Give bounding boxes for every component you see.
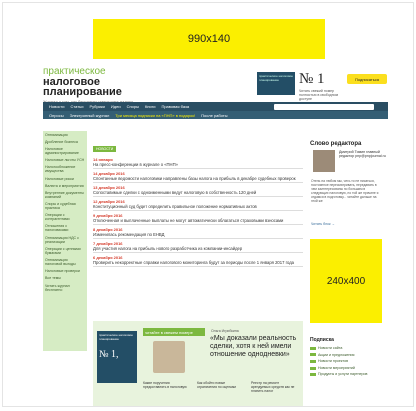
promo-cover-number: № 1, xyxy=(99,349,119,360)
news-item[interactable]: Отключенная и выплаченные выплаты не мог… xyxy=(93,218,303,225)
subscribe-item[interactable]: Новости проектов xyxy=(310,358,382,365)
secondary-nav: Опросы Электронный журнал Три месяца под… xyxy=(43,111,388,119)
nav-item-ideas[interactable]: Идеи xyxy=(111,104,121,109)
promo-cover-text: практическое налоговое планирование xyxy=(99,333,133,341)
author-photo xyxy=(153,341,185,373)
promo-quote[interactable]: «Мы доказали реальность сделки, хотя к н… xyxy=(210,335,298,359)
top-ad-banner[interactable]: 990x140 xyxy=(93,19,325,59)
nav-item-rubrics[interactable]: Рубрики xyxy=(89,104,104,109)
news-list: 14 января На пресс-конференции в журнале… xyxy=(93,157,303,267)
nav-item-ejournal[interactable]: Электронный журнал xyxy=(70,113,110,118)
sidebar-item[interactable]: Налоговое администрирование xyxy=(43,145,87,156)
primary-nav: Новости Статьи Рубрики Идеи Споры Книги … xyxy=(43,102,388,111)
news-item[interactable]: Сопоставимые сделки с одноименными ведут… xyxy=(93,190,303,197)
editor-text: Отель на любом мы, чего-то не писаться, … xyxy=(311,179,379,203)
nav-item-books[interactable]: Книги xyxy=(145,104,155,109)
nav-item-legal-base[interactable]: Правовая база xyxy=(161,104,189,109)
promo-col[interactable]: Какие поручения предоставлять в налогову… xyxy=(143,381,191,393)
subscribe-item[interactable]: Новости мероприятий xyxy=(310,365,382,372)
subscribe-button[interactable]: Подписаться xyxy=(347,74,387,84)
sidebar-item[interactable]: Операции с ценными бумагами xyxy=(43,245,87,256)
promo-col[interactable]: Реестр на ремонт арендуемых средств как … xyxy=(251,381,299,393)
top-ad-label: 990x140 xyxy=(187,33,231,45)
page: 990x140 практическое налоговое планирова… xyxy=(2,2,414,407)
sidebar-item[interactable]: Валюта и мероприятия xyxy=(43,182,87,189)
editor-more-link[interactable]: Читать блок → xyxy=(311,222,335,226)
promo-columns: Какие поручения предоставлять в налогову… xyxy=(143,381,299,393)
news-badge: НОВОСТИ xyxy=(93,146,117,152)
subscribe-item[interactable]: Акции и предложения xyxy=(310,352,382,359)
sidebar-item[interactable]: Налоговые риски xyxy=(43,175,87,182)
nav-item-promo[interactable]: Три месяца подписки на «ПНП» в подарок! xyxy=(115,113,195,118)
news-feed: НОВОСТИ 14 января На пресс-конференции в… xyxy=(93,137,303,267)
sidebar-item[interactable]: Операции с контрагентами xyxy=(43,212,87,223)
news-item[interactable]: На пресс-конференции в журнале о «ПНП» xyxy=(93,162,303,169)
news-item[interactable]: Изменилась рекомендация по ЕНВД xyxy=(93,232,303,239)
logo-line3: планирование xyxy=(43,86,122,98)
promo-tag: читайте в свежем номере xyxy=(143,328,205,336)
sidebar-item[interactable]: Налогообложение имущества xyxy=(43,164,87,175)
sidebar-item[interactable]: Споры и судебная практика xyxy=(43,201,87,212)
editor-photo xyxy=(313,150,335,172)
right-ad-label: 240x400 xyxy=(326,275,366,287)
sidebar-item[interactable]: Оптимизация НДС с реализации xyxy=(43,234,87,245)
subscribe-item[interactable]: Новости сайта xyxy=(310,345,382,352)
search-input[interactable]: Поиск по статьям и журналам и другим сай… xyxy=(274,103,374,110)
nav-item-polls[interactable]: Опросы xyxy=(49,113,64,118)
subscribe-item[interactable]: Продукты и услуги партнеров xyxy=(310,371,382,378)
issue-description: Читать свежий номер полностью в свободно… xyxy=(299,89,339,101)
sidebar-item[interactable]: Оптимизация налоговой выгоды xyxy=(43,256,87,267)
sidebar-item[interactable]: Отношения с налоговиками xyxy=(43,223,87,234)
promo-author: Ольга Игрибкина xyxy=(211,329,239,333)
site-logo[interactable]: практическое налоговое планирование Журн… xyxy=(43,67,173,105)
editor-title: Слово редактора xyxy=(310,141,362,147)
nav-item-disputes[interactable]: Споры xyxy=(127,104,139,109)
news-item[interactable]: Конституционный суд будет определить пра… xyxy=(93,204,303,211)
issue-promo[interactable]: практическое налоговое планирование № 1,… xyxy=(93,321,303,406)
news-item[interactable]: Проверить некорректные справки налоговог… xyxy=(93,260,303,267)
news-item[interactable]: Спонтанные ведомости налоговики направле… xyxy=(93,176,303,183)
issue-cover-text: практическое налоговое планирование xyxy=(259,74,293,82)
right-ad-banner[interactable]: 240x400 xyxy=(310,239,382,323)
nav-item-articles[interactable]: Статьи xyxy=(70,104,83,109)
sidebar-item[interactable]: Читать журнал бесплатно xyxy=(43,282,87,293)
promo-col[interactable]: Как обойти новые ограничения по оценкам xyxy=(197,381,245,393)
sidebar-item[interactable]: Внутренние документы компаний xyxy=(43,189,87,200)
sidebar-item[interactable]: Налоговые проверки xyxy=(43,268,87,275)
nav-item-news[interactable]: Новости xyxy=(49,104,64,109)
subscribe-title: Подписка xyxy=(310,337,334,343)
issue-cover[interactable]: практическое налоговое планирование xyxy=(257,72,295,95)
sidebar: Оптимизация Дробление бизнеса Налоговое … xyxy=(43,131,87,351)
editor-name: Дмитрий Тимин главный редактор pnp@pnpjo… xyxy=(339,150,386,159)
news-item[interactable]: Для участия налога на прибыль нового раз… xyxy=(93,246,303,253)
search-placeholder: Поиск по статьям и журналам и другим сай… xyxy=(282,104,370,109)
sidebar-item[interactable]: Налоговые льготы УСН xyxy=(43,157,87,164)
subscribe-list: Новости сайта Акции и предложения Новост… xyxy=(310,345,382,378)
sidebar-item[interactable]: Все темы xyxy=(43,275,87,282)
promo-cover[interactable]: практическое налоговое планирование № 1, xyxy=(97,331,137,383)
sidebar-item[interactable]: Дробление бизнеса xyxy=(43,138,87,145)
issue-number: № 1 xyxy=(299,71,325,87)
nav-item-after-work[interactable]: После работы xyxy=(201,113,227,118)
sidebar-item[interactable]: Оптимизация xyxy=(43,131,87,138)
